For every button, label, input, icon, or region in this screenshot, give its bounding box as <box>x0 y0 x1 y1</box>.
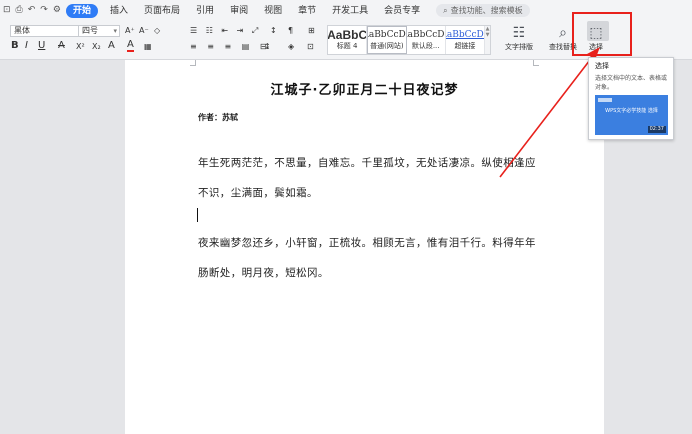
line-spacing-icon[interactable]: ↨ <box>264 41 271 53</box>
italic-button[interactable]: I <box>25 40 28 52</box>
style-sample: AaBbCcDd <box>368 30 406 40</box>
document-author: 作者：苏轼 <box>198 113 238 122</box>
style-normal-web[interactable]: AaBbCcDd 普通(网站) <box>367 26 407 54</box>
tab-view[interactable]: 视图 <box>256 4 290 18</box>
tab-page-layout[interactable]: 页面布局 <box>136 4 188 18</box>
font-name-select[interactable]: 黑体 ▾ <box>10 25 88 37</box>
highlight-label: A <box>108 40 115 51</box>
annotation-highlight-box <box>572 12 632 56</box>
font-color-button[interactable]: A <box>127 40 134 52</box>
align-icons[interactable]: ≡ ≡ ≡ ▤ ⊟ <box>190 41 271 53</box>
text-layout-button[interactable]: ☷ 文字排版 <box>505 24 533 52</box>
undo-icon[interactable]: ↶ <box>28 6 36 15</box>
quick-access-toolbar: ⊡ ⎙ ↶ ↷ ⚙ <box>0 6 66 15</box>
text-cursor <box>197 208 198 222</box>
command-search[interactable]: ⌕ 查找功能、搜索模板 <box>436 4 530 17</box>
underline-button[interactable]: U <box>38 40 45 52</box>
style-name: 标题 4 <box>336 42 358 50</box>
style-name: 超链接 <box>454 42 476 50</box>
styles-gallery: AaBbC 标题 4 AaBbCcDd 普通(网站) AaBbCcDd 默认段.… <box>327 25 491 55</box>
search-icon: ⌕ <box>443 5 448 15</box>
text-layout-label: 文字排版 <box>505 43 533 51</box>
style-hyperlink[interactable]: AaBbCcDd 超链接 <box>446 26 486 54</box>
document-page[interactable]: 江城子·乙卯正月二十日夜记梦 作者：苏轼 年生死两茫茫，不思量，自难忘。千里孤坟… <box>125 60 604 434</box>
tooltip-title: 选择 <box>595 62 609 70</box>
style-name: 普通(网站) <box>370 42 404 50</box>
list-icons[interactable]: ☰ ☷ ⇤ ⇥ ⤢ <box>190 25 261 37</box>
style-sample: AaBbCcDd <box>446 30 484 40</box>
style-default-paragraph[interactable]: AaBbCcDd 默认段... <box>407 26 446 54</box>
show-marks-icon[interactable]: ¶ <box>288 25 293 37</box>
tab-references[interactable]: 引用 <box>188 4 222 18</box>
tab-developer[interactable]: 开发工具 <box>324 4 376 18</box>
text-layout-icon: ☷ <box>512 25 526 41</box>
margin-corner-mark <box>190 60 196 66</box>
print-icon[interactable]: ⎙ <box>16 6 23 15</box>
tab-home[interactable]: 开始 <box>66 3 99 18</box>
grow-font-button[interactable]: A⁺ <box>125 25 135 37</box>
paragraph-1: 年生死两茫茫，不思量，自难忘。千里孤坟，无处话凄凉。纵使相逢应不识，尘满面，鬓如… <box>198 157 536 199</box>
paragraph-2: 夜来幽梦忽还乡，小轩窗，正梳妆。相顾无言，惟有泪千行。料得年年肠断处，明月夜，短… <box>198 237 536 279</box>
tab-review[interactable]: 审阅 <box>222 4 256 18</box>
save-icon[interactable]: ⊡ <box>3 6 11 15</box>
strikethrough-button[interactable]: A <box>58 40 65 52</box>
shrink-font-button[interactable]: A⁻ <box>139 25 149 37</box>
bold-button[interactable]: B <box>11 40 19 52</box>
sort-icon[interactable]: ↕ <box>270 25 277 37</box>
tutorial-video-thumbnail[interactable]: WPS文字必学技能 选择 02:37 <box>595 95 668 135</box>
tab-insert[interactable]: 插入 <box>102 4 136 18</box>
redo-icon[interactable]: ↷ <box>40 6 48 15</box>
style-sample: AaBbCcDd <box>407 30 445 40</box>
table-icon[interactable]: ⊞ <box>308 25 315 37</box>
char-border-icon[interactable]: ▦ <box>144 41 152 53</box>
style-heading-4[interactable]: AaBbC 标题 4 <box>328 26 368 54</box>
shading-icon[interactable]: ◈ <box>288 41 294 53</box>
font-size-value: 四号 <box>82 26 98 35</box>
tab-member[interactable]: 会员专享 <box>376 4 428 18</box>
font-size-select[interactable]: 四号 ▾ <box>78 25 120 37</box>
styles-scroll[interactable]: ▲ ▼ <box>485 26 490 54</box>
video-duration: 02:37 <box>647 126 666 133</box>
chevron-down-icon: ▾ <box>113 27 117 35</box>
document-title: 江城子·乙卯正月二十日夜记梦 <box>270 83 459 98</box>
search-placeholder: 查找功能、搜索模板 <box>450 6 523 15</box>
style-sample: AaBbC <box>328 28 368 42</box>
wps-logo-icon <box>598 98 612 102</box>
borders-icon[interactable]: ⊡ <box>307 41 314 53</box>
font-name-value: 黑体 <box>14 26 30 35</box>
ribbon-tabs: 开始 插入 页面布局 引用 审阅 视图 章节 开发工具 会员专享 <box>66 3 428 18</box>
highlight-button[interactable]: A <box>108 40 115 52</box>
tab-chapter[interactable]: 章节 <box>290 4 324 18</box>
subscript-button[interactable]: X₂ <box>92 41 101 53</box>
clear-format-icon[interactable]: ◇ <box>154 25 160 37</box>
video-caption: WPS文字必学技能 选择 <box>605 108 658 114</box>
customize-icon[interactable]: ⚙ <box>53 6 61 15</box>
style-name: 默认段... <box>411 42 440 50</box>
superscript-button[interactable]: X² <box>76 41 85 53</box>
select-tooltip: 选择 选择文档中的文本、表格或对象。 WPS文字必学技能 选择 02:37 <box>588 57 674 140</box>
margin-corner-mark <box>533 60 539 66</box>
magnifier-icon: ⌕ <box>559 25 567 41</box>
tooltip-description: 选择文档中的文本、表格或对象。 <box>595 75 668 91</box>
